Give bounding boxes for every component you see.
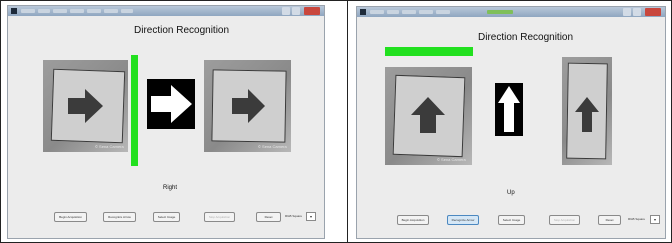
menu-highlighted[interactable] xyxy=(487,10,513,14)
app-title: Direction Recognition xyxy=(478,32,574,43)
app-title: Direction Recognition xyxy=(134,25,230,36)
reset-button[interactable]: Reset xyxy=(598,215,621,225)
detection-bar-vertical xyxy=(131,55,138,166)
select-image-button[interactable]: Select Image xyxy=(153,212,180,222)
watermark: © Sena Camera xyxy=(437,157,466,162)
stop-acquisition-button[interactable]: Stop Acquisition xyxy=(549,215,580,225)
arrow-right-icon xyxy=(68,89,103,123)
menu-view[interactable] xyxy=(402,10,416,14)
result-label: Up xyxy=(507,190,515,196)
camera-frame-captured xyxy=(562,57,612,165)
menu-help[interactable] xyxy=(121,9,133,13)
arrow-up-icon xyxy=(498,86,520,132)
menu-tools[interactable] xyxy=(436,10,450,14)
chevron-down-icon: ▾ xyxy=(653,217,656,222)
result-label: Right xyxy=(163,185,178,191)
minimize-button[interactable] xyxy=(623,8,631,16)
menu-view[interactable] xyxy=(53,9,67,13)
window-titlebar xyxy=(8,6,324,16)
recognize-arrow-button[interactable]: Recognize Arrow xyxy=(447,215,479,225)
menu-file[interactable] xyxy=(21,9,35,13)
camera-frame-captured: © Sena Camera xyxy=(204,60,291,152)
app-window-left: Direction Recognition © Sena Camera © Se… xyxy=(7,5,325,239)
color-mode-label: RGB Square xyxy=(285,214,303,218)
recognize-arrow-button[interactable]: Recognize Arrow xyxy=(103,212,136,222)
maximize-button[interactable] xyxy=(633,8,641,16)
matlab-icon xyxy=(360,9,366,15)
menu-file[interactable] xyxy=(370,10,384,14)
window-titlebar xyxy=(357,7,665,17)
menu-insert[interactable] xyxy=(419,10,433,14)
begin-acquisition-button[interactable]: Begin Acquisition xyxy=(54,212,87,222)
menu-edit[interactable] xyxy=(38,9,50,13)
arrow-right-icon xyxy=(232,89,265,123)
camera-frame-live: © Sena Camera xyxy=(385,67,472,165)
watermark: © Sena Camera xyxy=(258,144,287,149)
camera-frame-live: © Sena Camera xyxy=(43,60,128,152)
maximize-button[interactable] xyxy=(292,7,300,15)
close-button[interactable] xyxy=(645,8,661,16)
stop-acquisition-button[interactable]: Stop Acquisition xyxy=(204,212,235,222)
color-mode-label: RGB Square xyxy=(628,217,646,221)
menu-edit[interactable] xyxy=(387,10,399,14)
processed-arrow-box xyxy=(147,79,195,129)
select-image-button[interactable]: Select Image xyxy=(498,215,525,225)
arrow-up-icon xyxy=(411,97,445,133)
chevron-down-icon: ▾ xyxy=(309,214,312,219)
detection-bar-horizontal xyxy=(385,47,473,56)
matlab-icon xyxy=(11,8,17,14)
minimize-button[interactable] xyxy=(282,7,290,15)
panel-divider xyxy=(347,0,348,243)
color-mode-select[interactable]: ▾ xyxy=(306,212,316,221)
reset-button[interactable]: Reset xyxy=(256,212,281,222)
color-mode-select[interactable]: ▾ xyxy=(650,215,660,224)
watermark: © Sena Camera xyxy=(95,144,124,149)
close-button[interactable] xyxy=(304,7,320,15)
menu-tools[interactable] xyxy=(87,9,101,13)
begin-acquisition-button[interactable]: Begin Acquisition xyxy=(397,215,429,225)
menu-insert[interactable] xyxy=(70,9,84,13)
arrow-up-icon xyxy=(575,97,599,132)
menu-desktop[interactable] xyxy=(104,9,118,13)
processed-arrow-box xyxy=(495,83,523,136)
arrow-right-icon xyxy=(151,85,192,123)
app-window-right: Direction Recognition © Sena Camera Up B… xyxy=(356,6,666,239)
